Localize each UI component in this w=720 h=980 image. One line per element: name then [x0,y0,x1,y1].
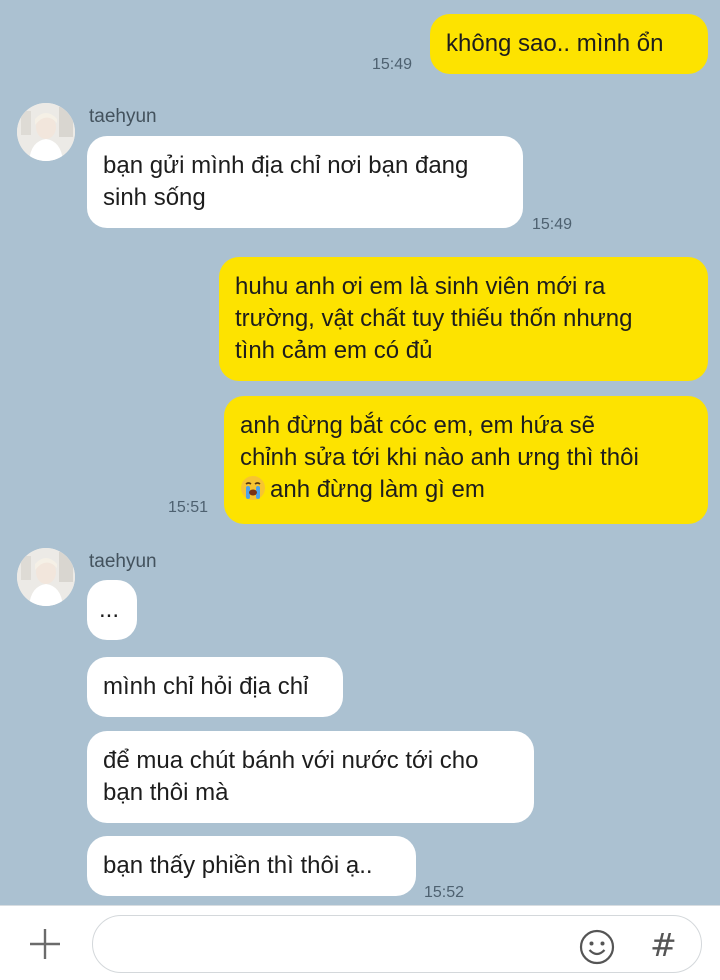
outgoing-message[interactable]: không sao.. mình ổn [430,14,708,74]
message-time: 15:49 [532,216,573,233]
sender-name: taehyun [89,106,157,127]
message-time: 15:52 [424,884,465,901]
incoming-message[interactable]: mình chỉ hỏi địa chỉ [87,657,343,717]
message-input-bar: # [0,905,720,980]
sender-name: taehyun [89,551,157,572]
avatar[interactable] [17,103,75,161]
incoming-message[interactable]: để mua chút bánh với nước tới cho bạn th… [87,731,534,823]
message-line-text: anh đừng làm gì em [270,476,485,503]
plus-icon[interactable] [26,925,64,963]
loudly-crying-face-icon [240,475,266,510]
message-time: 15:49 [372,56,413,73]
message-line: anh đừng bắt cóc em, em hứa sẽ [240,412,595,439]
hashtag-button[interactable]: # [650,926,677,964]
incoming-message[interactable]: ... [87,580,137,640]
smiley-icon[interactable] [578,928,616,966]
incoming-message[interactable]: bạn thấy phiền thì thôi ạ.. [87,836,416,896]
outgoing-message[interactable]: anh đừng bắt cóc em, em hứa sẽ chỉnh sửa… [224,396,708,524]
outgoing-message[interactable]: huhu anh ơi em là sinh viên mới ra trườn… [219,257,708,381]
incoming-message[interactable]: bạn gửi mình địa chỉ nơi bạn đang sinh s… [87,136,523,228]
avatar[interactable] [17,548,75,606]
message-line: anh đừng làm gì em [240,474,692,510]
message-line: chỉnh sửa tới khi nào anh ưng thì thôi [240,444,639,471]
message-time: 15:51 [168,499,209,516]
chat-area[interactable]: 15:49 không sao.. mình ổn taehyun bạn gử… [0,0,720,905]
